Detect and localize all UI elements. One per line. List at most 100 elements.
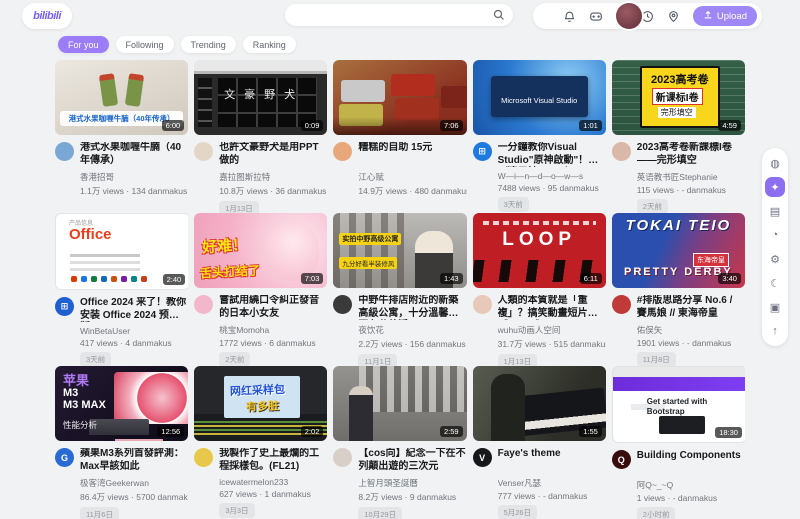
- video-card[interactable]: 2:02 网红采样包有多脏 我製作了史上最爛的工程採樣包。(FL21) icew…: [194, 366, 327, 519]
- video-thumbnail[interactable]: 12:56 苹果M3M3 MAX性能分析: [55, 366, 188, 441]
- uploader-avatar[interactable]: [333, 448, 352, 467]
- uploader-avatar[interactable]: [333, 295, 352, 314]
- location-icon[interactable]: [667, 9, 681, 23]
- video-title[interactable]: 【cos向】紀念一下在不列顛出遊的三次元: [358, 448, 466, 473]
- video-card[interactable]: 18:30 Get started withBootstrap Q Buildi…: [612, 366, 745, 519]
- thumbnail-text: 性能分析: [63, 419, 97, 431]
- uploader-name[interactable]: W—i—n—d—o—w—s: [498, 171, 606, 181]
- video-card[interactable]: 1:43 实拍中野高级公寓九分好看半装修风 中野牛排店附近的新築高級公寓，十分溫…: [333, 213, 466, 366]
- video-thumbnail[interactable]: 1:01 Microsoft Visual Studio: [473, 60, 606, 135]
- video-card[interactable]: 1:01 Microsoft Visual Studio ⊞ 一分鐘教你Visu…: [473, 60, 606, 213]
- uploader-name[interactable]: 上智月頭圣誕曆: [358, 477, 466, 489]
- search-input[interactable]: [285, 10, 489, 21]
- video-card[interactable]: 3:40 TOKAI TEIOPRETTY DERBY东海帝皇 #排版思路分享 …: [612, 213, 745, 366]
- video-card[interactable]: 12:56 苹果M3M3 MAX性能分析 G 蘋果M3系列首發評測：Max早該如…: [55, 366, 188, 519]
- uploader-avatar[interactable]: [612, 142, 631, 161]
- uploader-name[interactable]: WinBetaUser: [80, 326, 188, 336]
- video-thumbnail[interactable]: 18:30 Get started withBootstrap: [612, 366, 745, 443]
- uploader-avatar[interactable]: [333, 142, 352, 161]
- uploader-name[interactable]: 夜饮花: [358, 324, 466, 336]
- uploader-name[interactable]: 嘉拉图斯拉特: [219, 171, 327, 183]
- video-title[interactable]: 一分鐘教你Visual Studio"原神啟動"！（適用於Blend）: [498, 142, 606, 167]
- video-title[interactable]: 2023高考卷新課標I卷——完形填空: [637, 142, 745, 167]
- uploader-avatar[interactable]: V: [473, 448, 492, 467]
- video-title[interactable]: 港式水果咖喱牛腩（40年傳承）: [80, 142, 188, 167]
- uploader-name[interactable]: 佑俣矢: [637, 324, 745, 336]
- video-thumbnail[interactable]: 6:00 港式水果咖喱牛腩（40年传承）: [55, 60, 188, 135]
- uploader-name[interactable]: Venser凡瑟: [498, 477, 606, 489]
- bell-icon[interactable]: [563, 9, 577, 23]
- night-mode-icon[interactable]: ☾: [765, 273, 785, 293]
- uploader-avatar[interactable]: ⊞: [473, 142, 492, 161]
- video-card[interactable]: 6:11 LOOP 人類的本質就是「重複」？搞笑動畫短片《LOOP》 wuhu动…: [473, 213, 606, 366]
- tab-ranking[interactable]: Ranking: [243, 36, 296, 53]
- search-icon[interactable]: [489, 5, 509, 25]
- search-bar[interactable]: [285, 4, 513, 26]
- video-thumbnail[interactable]: 3:40 TOKAI TEIOPRETTY DERBY东海帝皇: [612, 213, 745, 288]
- uploader-avatar[interactable]: Q: [612, 450, 631, 469]
- video-card[interactable]: 7:06 糟糕的自助 15元 江心赋 14.9万 views · 480 dan…: [333, 60, 466, 213]
- history-icon[interactable]: [641, 9, 655, 23]
- video-thumbnail[interactable]: 6:11 LOOP: [473, 213, 606, 288]
- user-avatar[interactable]: [616, 3, 642, 29]
- uploader-avatar[interactable]: [473, 295, 492, 314]
- video-card[interactable]: 7:03 好难！舌头打结了 嘗試用繞口令糾正發音的日本小女友 桃宝Momoha …: [194, 213, 327, 366]
- settings-icon[interactable]: ⚙: [765, 249, 785, 269]
- tab-for-you[interactable]: For you: [58, 36, 109, 53]
- video-card[interactable]: 0:09 文豪野犬 也許文豪野犬是用PPT做的 嘉拉图斯拉特 10.8万 vie…: [194, 60, 327, 213]
- uploader-name[interactable]: 香港招哥: [80, 171, 188, 183]
- uploader-name[interactable]: 阿Q~_~Q: [637, 479, 745, 491]
- video-title[interactable]: 中野牛排店附近的新築高級公寓，十分溫馨甚至九分乾淨: [358, 295, 466, 320]
- video-thumbnail[interactable]: 0:09 文豪野犬: [194, 60, 327, 135]
- video-title[interactable]: Building Components: [637, 450, 745, 475]
- gamepad-icon[interactable]: [589, 9, 603, 23]
- video-card[interactable]: 1:55 V Faye's theme Venser凡瑟 777 views ·…: [473, 366, 606, 519]
- uploader-avatar[interactable]: [55, 142, 74, 161]
- upload-button[interactable]: Upload: [693, 6, 757, 26]
- customer-service-icon[interactable]: ◍: [765, 153, 785, 173]
- video-thumbnail[interactable]: 4:59 2023高考卷新课标I卷完形填空: [612, 60, 745, 135]
- video-card[interactable]: 2:40 Office产品信息 ⊞ Office 2024 来了！教你安装 Of…: [55, 213, 188, 366]
- video-title[interactable]: Faye's theme: [498, 448, 606, 473]
- back-to-top-icon[interactable]: ↑: [765, 321, 785, 341]
- video-thumbnail[interactable]: 7:06: [333, 60, 466, 135]
- video-thumbnail[interactable]: 1:43 实拍中野高级公寓九分好看半装修风: [333, 213, 466, 288]
- video-title[interactable]: 糟糕的自助 15元: [358, 142, 466, 167]
- uploader-name[interactable]: 江心赋: [358, 171, 466, 183]
- uploader-avatar[interactable]: ⊞: [55, 297, 74, 316]
- video-title[interactable]: 蘋果M3系列首發評測：Max早該如此: [80, 448, 188, 473]
- video-thumbnail[interactable]: 2:02 网红采样包有多脏: [194, 366, 327, 441]
- date-badge: 1月13日: [219, 201, 259, 213]
- danmaku-settings-icon[interactable]: ▤: [765, 201, 785, 221]
- video-thumbnail[interactable]: 2:59: [333, 366, 466, 441]
- video-thumbnail[interactable]: 1:55: [473, 366, 606, 441]
- theme-icon[interactable]: ✦: [765, 177, 785, 197]
- uploader-name[interactable]: wuhu动画人空间: [498, 324, 606, 336]
- tab-following[interactable]: Following: [116, 36, 174, 53]
- uploader-avatar[interactable]: [612, 295, 631, 314]
- video-title[interactable]: Office 2024 来了！教你安装 Office 2024 预览版!: [80, 297, 188, 322]
- video-title[interactable]: 也許文豪野犬是用PPT做的: [219, 142, 327, 167]
- video-title[interactable]: 我製作了史上最爛的工程採樣包。(FL21): [219, 448, 327, 473]
- video-thumbnail[interactable]: 2:40 Office产品信息: [55, 213, 188, 290]
- mini-player-icon[interactable]: ▣: [765, 297, 785, 317]
- uploader-name[interactable]: 极客湾Geekerwan: [80, 477, 188, 489]
- uploader-avatar[interactable]: G: [55, 448, 74, 467]
- uploader-avatar[interactable]: [194, 295, 213, 314]
- uploader-name[interactable]: 桃宝Momoha: [219, 324, 327, 336]
- video-card[interactable]: 4:59 2023高考卷新课标I卷完形填空 2023高考卷新課標I卷——完形填空…: [612, 60, 745, 213]
- uploader-avatar[interactable]: [194, 448, 213, 467]
- video-title[interactable]: 人類的本質就是「重複」？搞笑動畫短片《LOOP》: [498, 295, 606, 320]
- video-title[interactable]: 嘗試用繞口令糾正發音的日本小女友: [219, 295, 327, 320]
- uploader-name[interactable]: 英语教书匠Stephanie: [637, 171, 745, 183]
- video-card[interactable]: 2:59 【cos向】紀念一下在不列顛出遊的三次元 上智月頭圣誕曆 8.2万 v…: [333, 366, 466, 519]
- site-logo[interactable]: bilibili: [22, 3, 72, 29]
- watch-later-icon[interactable]: ◔: [765, 225, 785, 245]
- date-badge: 2天前: [219, 352, 250, 366]
- video-thumbnail[interactable]: 7:03 好难！舌头打结了: [194, 213, 327, 288]
- video-card[interactable]: 6:00 港式水果咖喱牛腩（40年传承） 港式水果咖喱牛腩（40年傳承） 香港招…: [55, 60, 188, 213]
- video-title[interactable]: #排版思路分享 No.6 / 賽馬娘 // 東海帝皇: [637, 295, 745, 320]
- tab-trending[interactable]: Trending: [181, 36, 236, 53]
- uploader-name[interactable]: icewatermelon233: [219, 477, 327, 487]
- uploader-avatar[interactable]: [194, 142, 213, 161]
